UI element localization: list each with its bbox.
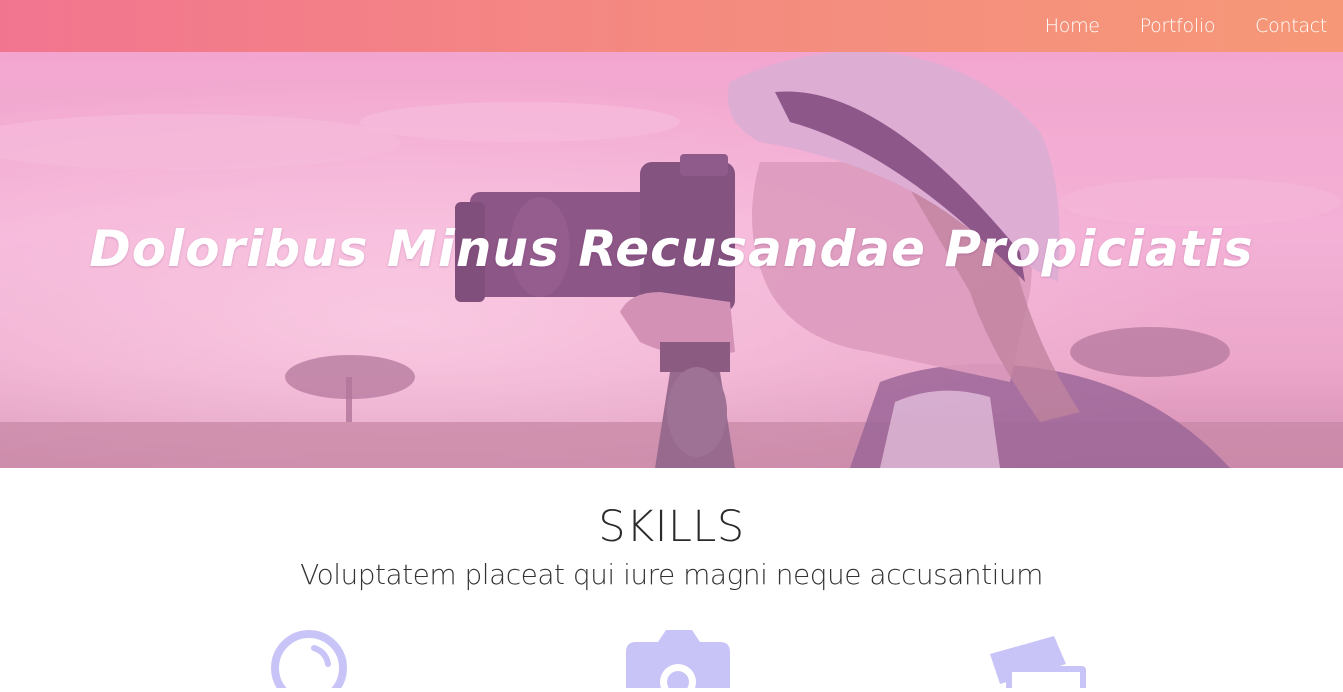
navbar: Home Portfolio Contact (0, 0, 1343, 52)
skills-subtitle: Voluptatem placeat qui iure magni neque … (300, 558, 1043, 591)
nav-link-contact[interactable]: Contact (1255, 15, 1327, 37)
hero-banner: Doloribus Minus Recusandae Propiciatis (0, 52, 1343, 468)
nav-link-portfolio[interactable]: Portfolio (1140, 15, 1216, 37)
hero-title: Doloribus Minus Recusandae Propiciatis (89, 220, 1254, 278)
nav-link-home[interactable]: Home (1045, 15, 1100, 37)
camera-icon (624, 628, 732, 692)
photos-icon (988, 628, 1088, 692)
skills-section: SKILLS Voluptatem placeat qui iure magni… (0, 468, 1343, 692)
skills-title: SKILLS (598, 502, 745, 552)
nav-links: Home Portfolio Contact (1005, 0, 1328, 52)
lens-icon (270, 628, 350, 692)
